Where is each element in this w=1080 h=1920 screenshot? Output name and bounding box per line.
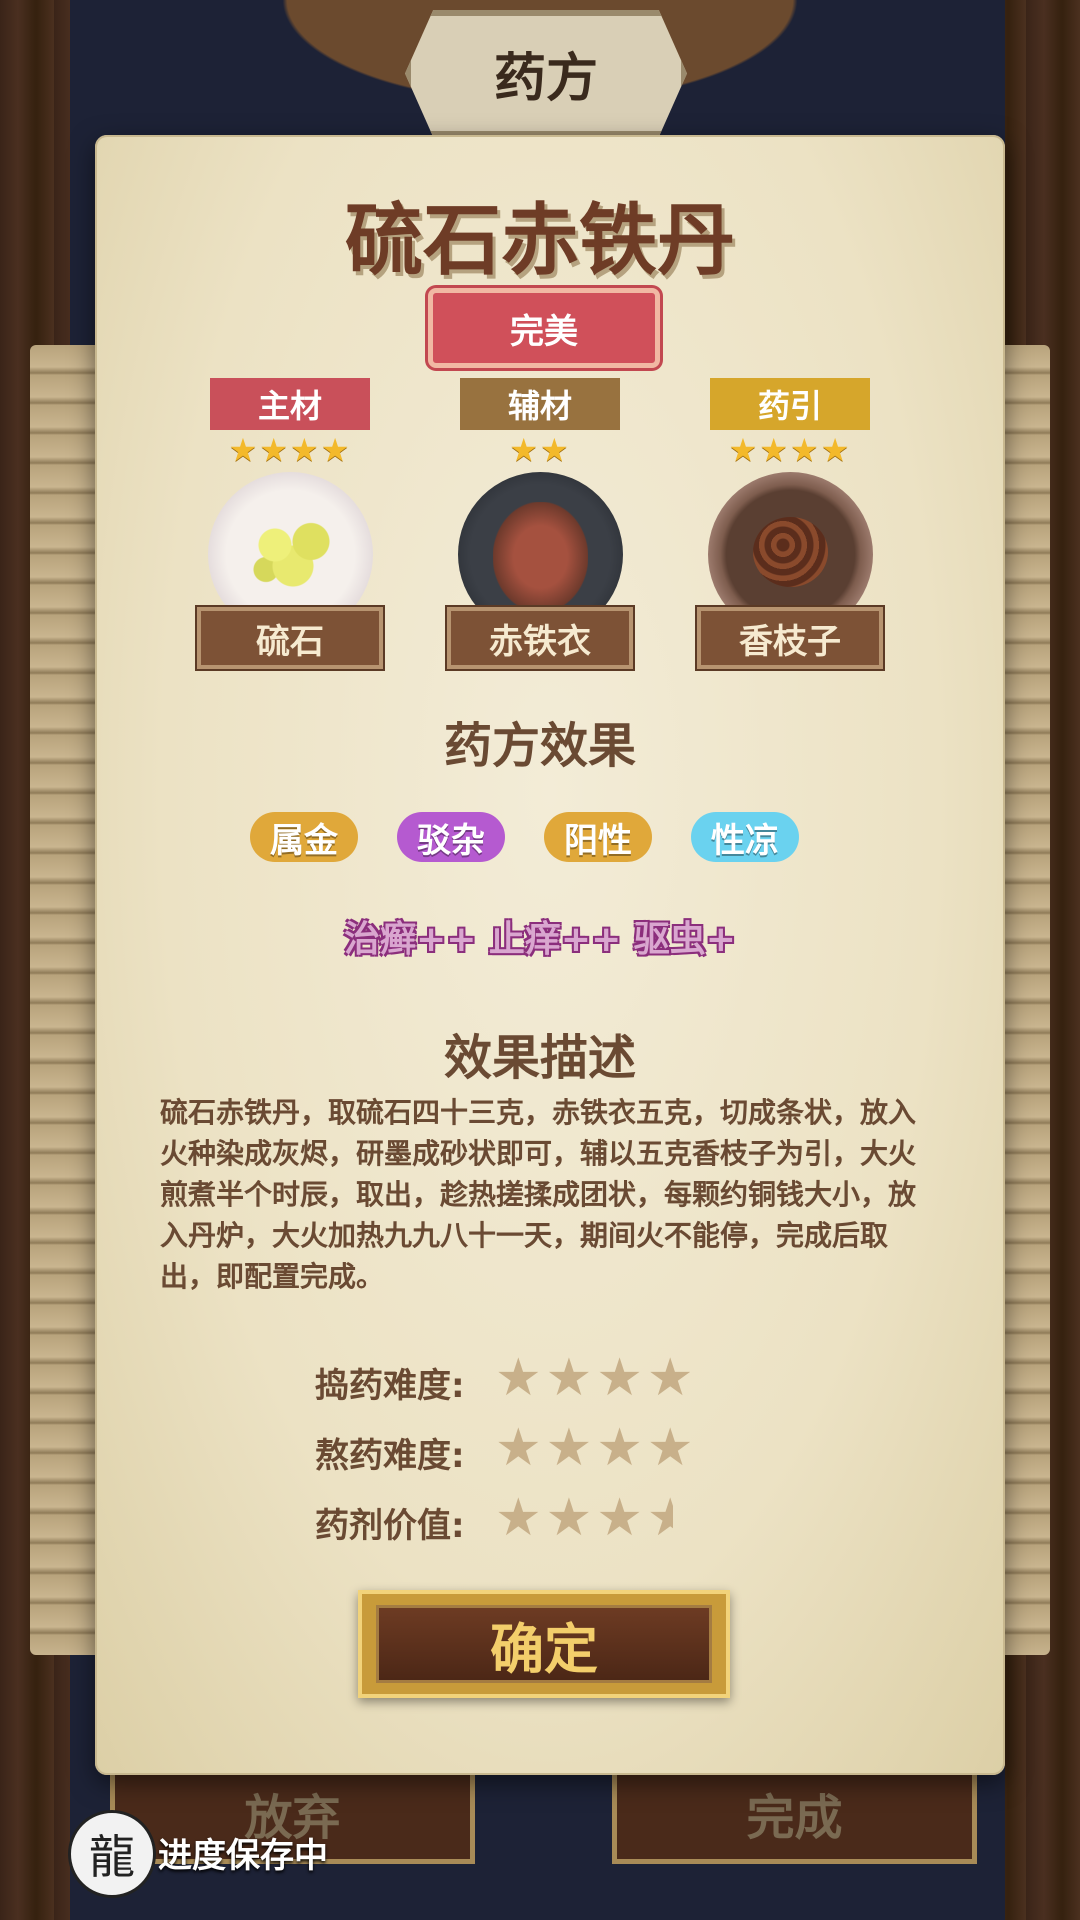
half-star-icon: ★	[647, 1490, 673, 1546]
property-tag: 驳杂	[397, 812, 505, 862]
header-title-plate: 药方	[405, 10, 687, 137]
ingredient-guide: 药引 ★★★★ 香枝子	[695, 378, 885, 671]
star-icon: ★★★★	[495, 1490, 673, 1546]
effects-title: 药方效果	[443, 718, 636, 774]
dragon-seal-icon: 龍	[68, 1810, 156, 1898]
confirm-button-label: 确定	[376, 1605, 712, 1683]
star-icon: ★★★★	[495, 1348, 698, 1408]
ingredient-role-tag: 辅材	[460, 378, 620, 430]
ingredient-name: 香枝子	[695, 605, 885, 671]
rating-label: 药剂价值:	[315, 1506, 465, 1546]
property-tags: 属金 驳杂 阳性 性凉	[250, 812, 810, 864]
ingredient-aux: 辅材 ★★ 赤铁衣	[445, 378, 635, 671]
property-tag: 性凉	[691, 812, 799, 862]
confirm-button[interactable]: 确定	[358, 1590, 730, 1698]
rating-row: 药剂价值: ★★★★	[315, 1490, 815, 1548]
description-title: 效果描述	[443, 1030, 636, 1086]
ingredient-name: 赤铁衣	[445, 605, 635, 671]
description-text: 硫石赤铁丹，取硫石四十三克，赤铁衣五克，切成条状，放入火种染成灰烬，研墨成砂状即…	[160, 1096, 917, 1293]
complete-button[interactable]: 完成	[612, 1762, 977, 1864]
header-title: 药方	[493, 49, 598, 109]
property-tag: 阳性	[544, 812, 652, 862]
complete-button-label: 完成	[746, 1790, 843, 1846]
quality-badge: 完美	[428, 288, 660, 368]
rating-label: 熬药难度:	[315, 1436, 465, 1476]
recipe-name: 硫石赤铁丹	[344, 196, 735, 286]
star-icon: ★★★★	[495, 1418, 698, 1478]
star-icon: ★★	[509, 431, 571, 469]
effect-summary: 治癣++ 止痒++ 驱虫+	[344, 919, 736, 960]
star-icon: ★★★★	[728, 431, 852, 469]
rating-label: 捣药难度:	[315, 1366, 465, 1406]
saving-status: 进度保存中	[158, 1836, 328, 1876]
rating-row: 熬药难度: ★★★★	[315, 1418, 815, 1478]
property-tag: 属金	[250, 812, 358, 862]
ingredient-role-tag: 主材	[210, 378, 370, 430]
ingredient-name: 硫石	[195, 605, 385, 671]
rating-row: 捣药难度: ★★★★	[315, 1348, 815, 1408]
ingredient-role-tag: 药引	[710, 378, 870, 430]
star-icon: ★★★★	[228, 431, 352, 469]
ingredient-main: 主材 ★★★★ 硫石	[195, 378, 385, 671]
